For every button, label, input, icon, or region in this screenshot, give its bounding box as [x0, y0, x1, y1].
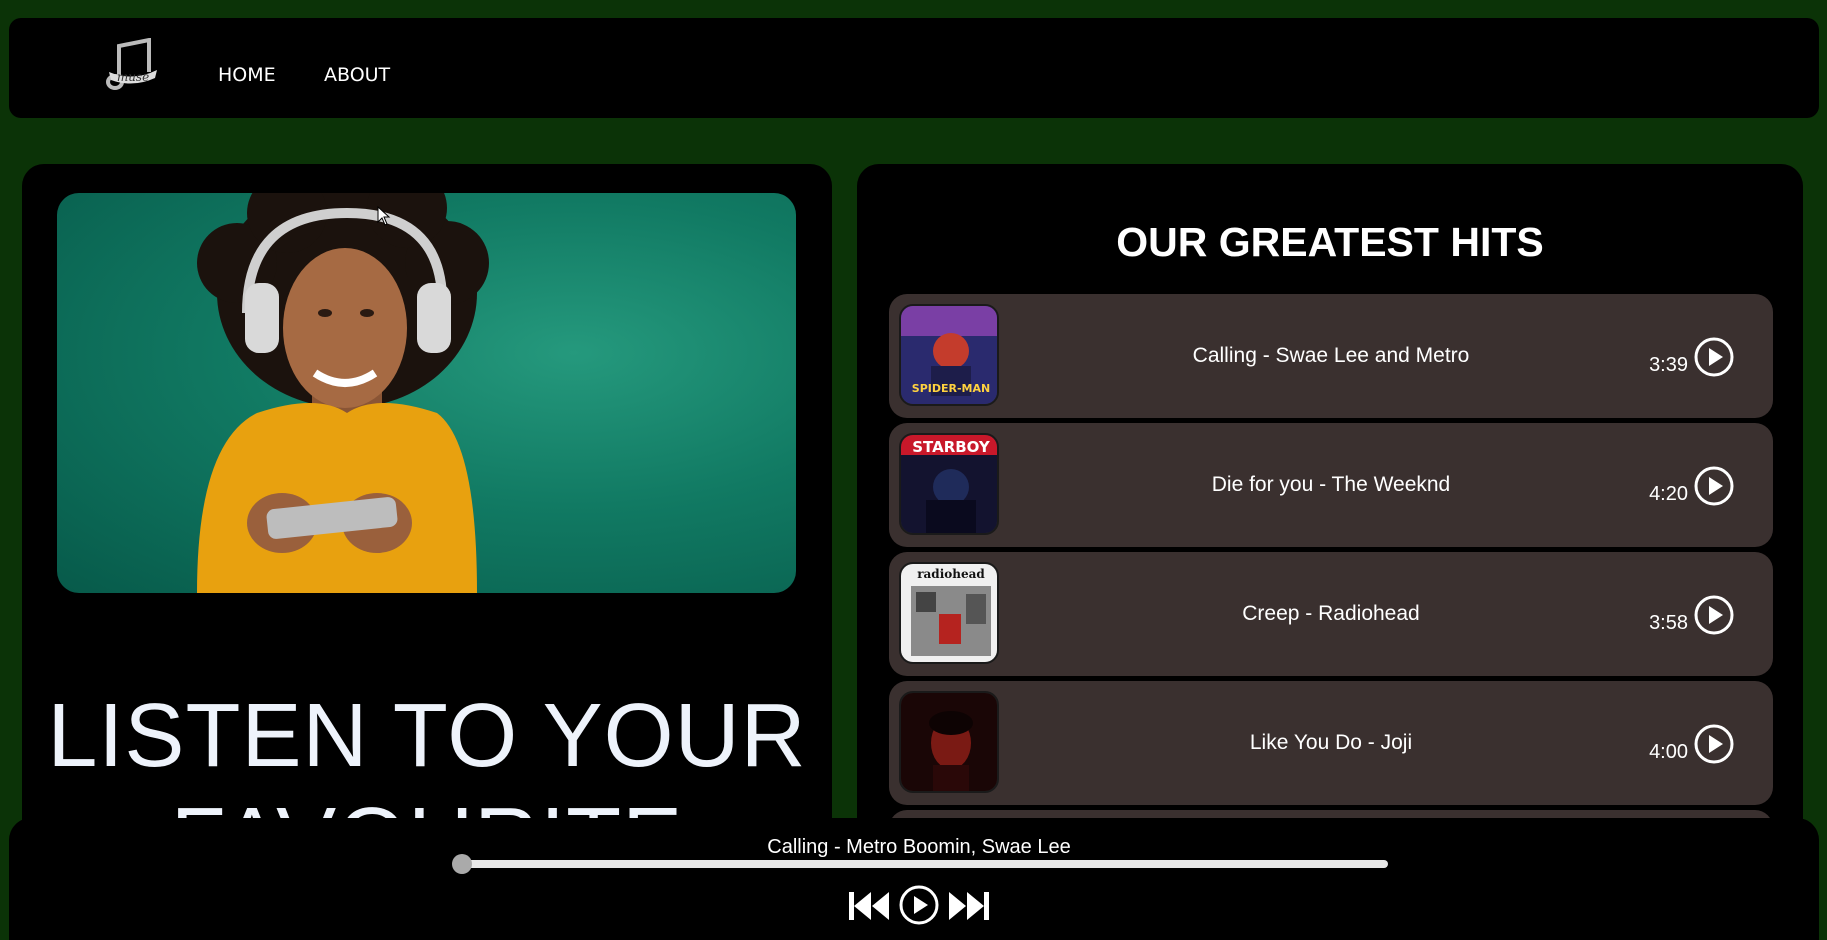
nav-home-link[interactable]: HOME	[218, 64, 276, 86]
track-duration: 3:39	[1649, 354, 1688, 376]
greatest-hits-title: OUR GREATEST HITS	[1116, 219, 1544, 265]
track-row[interactable]: STARBOY Die for you - The Weeknd 4:20	[889, 423, 1773, 547]
greatest-hits-card: OUR GREATEST HITS SPIDER-MAN Calling - S…	[857, 164, 1803, 854]
play-circle-icon[interactable]	[1693, 336, 1735, 378]
play-icon[interactable]	[898, 884, 940, 931]
track-duration: 4:20	[1649, 483, 1688, 505]
play-circle-icon[interactable]	[1693, 594, 1735, 636]
album-art-label: STARBOY	[912, 438, 991, 456]
top-navbar: muse HOME ABOUT	[9, 18, 1819, 118]
play-circle-icon[interactable]	[1693, 723, 1735, 765]
track-title: Like You Do - Joji	[1249, 731, 1413, 754]
audio-player-bar: Calling - Metro Boomin, Swae Lee	[9, 818, 1819, 940]
hero-image	[57, 193, 796, 593]
album-art-label: SPIDER-MAN	[912, 382, 990, 395]
skip-forward-icon[interactable]	[947, 888, 991, 929]
track-title: Die for you - The Weeknd	[1211, 473, 1451, 496]
hero-card: LISTEN TO YOUR FAVOURITE	[22, 164, 832, 854]
track-row[interactable]: radiohead Creep - Radiohead 3:58	[889, 552, 1773, 676]
now-playing-title: Calling - Metro Boomin, Swae Lee	[767, 836, 1071, 858]
track-row[interactable]: Like You Do - Joji 4:00	[889, 681, 1773, 805]
muse-logo-icon[interactable]: muse	[105, 37, 161, 92]
nav-about-link[interactable]: ABOUT	[324, 64, 390, 86]
seek-bar[interactable]	[462, 860, 1388, 868]
hero-title-line-1: LISTEN TO YOUR	[47, 686, 807, 786]
track-row[interactable]: SPIDER-MAN Calling - Swae Lee and Metro …	[889, 294, 1773, 418]
track-duration: 4:00	[1649, 741, 1688, 763]
play-circle-icon[interactable]	[1693, 465, 1735, 507]
track-duration: 3:58	[1649, 612, 1688, 634]
playback-controls	[847, 882, 993, 932]
track-title: Calling - Swae Lee and Metro	[1192, 344, 1470, 367]
track-title: Creep - Radiohead	[1242, 602, 1420, 625]
logo-text: muse	[117, 70, 149, 84]
skip-back-icon[interactable]	[847, 888, 891, 929]
album-art-label: radiohead	[917, 567, 985, 581]
mouse-cursor-icon	[377, 206, 391, 226]
seek-thumb[interactable]	[452, 854, 472, 874]
